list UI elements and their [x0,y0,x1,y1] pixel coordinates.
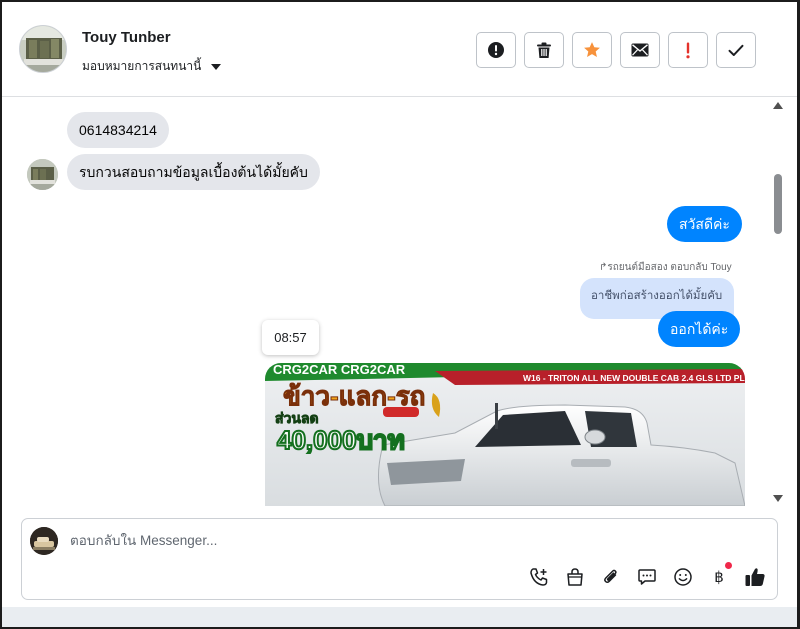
paperclip-icon [604,569,617,584]
attach-button[interactable] [599,565,623,589]
promo-title: ข้าว-แลก-รถ [283,381,425,411]
promo-amount: 40,000บาท [277,425,405,455]
composer-toolbar: ฿ [527,562,767,589]
message-thread[interactable]: 0614834214 รบกวนสอบถามข้อมูลเบื้องต้นได้… [2,98,797,506]
sender-avatar [27,159,58,190]
inbox-window: Touy Tunber มอบหมายการสนทนานี้ 061483421… [0,0,800,629]
scroll-thumb[interactable] [774,174,782,234]
outgoing-message[interactable]: สวัสดีค่ะ [667,206,742,242]
assign-label: มอบหมายการสนทนานี้ [82,59,202,73]
window-bottom-strip [2,607,797,627]
mark-unread-button[interactable] [620,32,660,68]
done-button[interactable] [716,32,756,68]
thumbs-up-icon [745,568,765,586]
incoming-message[interactable]: 0614834214 [67,112,169,148]
alert-circle-icon [488,42,504,58]
like-button[interactable] [743,565,767,589]
thread-scrollbar[interactable] [771,98,785,506]
incoming-message[interactable]: รบกวนสอบถามข้อมูลเบื้องต้นได้มั้ยคับ [67,154,320,190]
delete-button[interactable] [524,32,564,68]
report-button[interactable] [476,32,516,68]
contact-name[interactable]: Touy Tunber [82,29,171,46]
notification-dot [725,562,732,569]
trash-icon [537,42,551,58]
timestamp-tooltip: 08:57 [262,320,319,355]
saved-replies-button[interactable] [635,565,659,589]
reply-composer: ฿ [21,518,778,600]
emoji-button[interactable] [671,565,695,589]
scroll-down-arrow-icon[interactable] [773,495,783,502]
star-icon [584,42,600,58]
baht-icon: ฿ [714,568,724,586]
important-button[interactable] [668,32,708,68]
reply-context-label: ↱รถยนต์มือสอง ตอบกลับ Touy [599,262,732,273]
shop-button[interactable] [563,565,587,589]
follow-up-button[interactable] [572,32,612,68]
scroll-up-arrow-icon[interactable] [773,102,783,109]
image-attachment[interactable]: CRG2CAR CRG2CAR W16 - TRITON ALL NEW DOU… [265,363,745,506]
chat-bubble-icon [638,569,656,585]
shopping-bag-icon [567,568,583,586]
caret-down-icon [211,64,222,70]
phone-plus-icon [530,568,548,586]
promo-discount-label: ส่วนลด [275,410,319,426]
outgoing-message[interactable]: ออกได้ค่ะ [658,311,741,347]
reply-input[interactable] [70,533,750,548]
assign-conversation-dropdown[interactable]: มอบหมายการสนทนานี้ [82,57,222,76]
contact-avatar[interactable] [19,25,67,73]
checkmark-icon [728,44,744,56]
brand-text: CRG2CAR CRG2CAR [273,363,406,377]
conversation-header: Touy Tunber มอบหมายการสนทนานี้ [2,2,797,97]
conversation-actions [476,32,756,68]
page-avatar [30,527,58,555]
call-button[interactable] [527,565,551,589]
exclamation-icon [686,42,690,58]
envelope-icon [631,43,649,57]
smiley-icon [674,568,692,586]
model-ribbon: W16 - TRITON ALL NEW DOUBLE CAB 2.4 GLS … [523,373,745,383]
car-promo-image: CRG2CAR CRG2CAR W16 - TRITON ALL NEW DOU… [265,363,745,506]
payment-button[interactable]: ฿ [707,562,732,589]
